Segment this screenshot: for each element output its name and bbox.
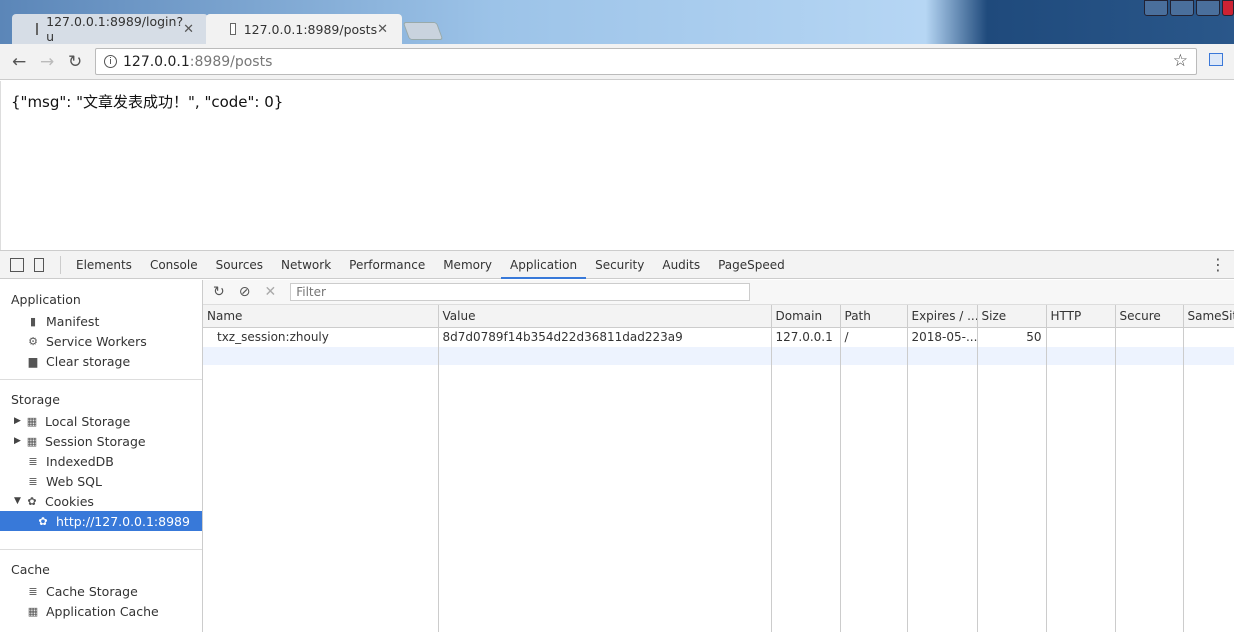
minimize-button[interactable] <box>1170 0 1194 16</box>
tab-elements[interactable]: Elements <box>67 251 141 279</box>
column-header-domain[interactable]: Domain <box>771 305 841 328</box>
new-tab-button[interactable] <box>402 22 444 40</box>
forward-icon[interactable]: → <box>40 52 54 72</box>
grid-icon: ▦ <box>27 604 39 618</box>
cookie-icon: ✿ <box>38 514 48 528</box>
device-toolbar-icon[interactable] <box>34 257 44 272</box>
cookie-icon: ✿ <box>27 494 37 508</box>
close-window-button[interactable] <box>1222 0 1234 16</box>
close-tab-icon[interactable]: ✕ <box>377 22 388 37</box>
more-options-icon[interactable]: ⋮ <box>1210 255 1226 274</box>
refresh-icon[interactable]: ↻ <box>213 284 225 300</box>
column-header-size[interactable]: Size <box>977 305 1047 328</box>
page-icon <box>230 23 236 35</box>
address-bar[interactable]: i 127.0.0.1:8989/posts ☆ <box>95 48 1197 75</box>
window-titlebar: 127.0.0.1:8989/login?u ✕ 127.0.0.1:8989/p… <box>0 0 1234 44</box>
column-header-secure[interactable]: Secure <box>1115 305 1184 328</box>
cookies-table: Name Value Domain Path Expires / ... Siz… <box>203 305 1234 365</box>
back-icon[interactable]: ← <box>12 52 26 72</box>
user-button[interactable] <box>1144 0 1168 16</box>
collapse-arrow-icon[interactable]: ▼ <box>14 496 26 506</box>
devtools-tabbar: Elements Console Sources Network Perform… <box>0 251 1234 279</box>
sidebar-item-cache-storage[interactable]: ≣ Cache Storage <box>0 581 202 601</box>
trash-icon: ▆ <box>28 354 38 368</box>
clear-all-icon[interactable]: ⊘ <box>239 284 251 300</box>
column-header-samesite[interactable]: SameSite <box>1183 305 1234 328</box>
database-icon: ≣ <box>28 474 38 488</box>
cookies-toolbar: ↻ ⊘ ✕ <box>203 280 1234 305</box>
tab-network[interactable]: Network <box>272 251 340 279</box>
close-tab-icon[interactable]: ✕ <box>183 22 194 37</box>
devtools-panel: Elements Console Sources Network Perform… <box>0 250 1234 632</box>
tab-application[interactable]: Application <box>501 251 587 279</box>
info-icon[interactable]: i <box>104 55 117 68</box>
tab-audits[interactable]: Audits <box>653 251 709 279</box>
column-dividers <box>203 365 1234 632</box>
empty-row[interactable] <box>203 347 1234 365</box>
table-row[interactable]: txz_session:zhouly 8d7d0789f14b354d22d36… <box>203 327 1234 347</box>
tab-pagespeed[interactable]: PageSpeed <box>709 251 794 279</box>
sidebar-item-manifest[interactable]: ▮ Manifest <box>0 311 202 331</box>
expand-arrow-icon[interactable]: ▶ <box>14 416 26 426</box>
column-header-http[interactable]: HTTP <box>1046 305 1116 328</box>
sidebar-item-application-cache[interactable]: ▦ Application Cache <box>0 601 202 621</box>
sidebar-item-local-storage[interactable]: ▶ ▦ Local Storage <box>0 411 202 431</box>
tab-console[interactable]: Console <box>141 251 207 279</box>
bookmark-star-icon[interactable]: ☆ <box>1173 51 1188 71</box>
sidebar-item-clear-storage[interactable]: ▆ Clear storage <box>0 351 202 371</box>
sidebar-item-web-sql[interactable]: ≣ Web SQL <box>0 471 202 491</box>
expand-arrow-icon[interactable]: ▶ <box>14 436 26 446</box>
grid-icon: ▦ <box>26 414 38 428</box>
json-response: {"msg": "文章发表成功！", "code": 0} <box>11 93 284 111</box>
reload-icon[interactable]: ↻ <box>68 52 82 72</box>
extension-icon[interactable] <box>1209 53 1223 66</box>
cookies-view: ↻ ⊘ ✕ Name Value Domain Path Expires / .… <box>203 280 1234 632</box>
browser-tab-login[interactable]: 127.0.0.1:8989/login?u ✕ <box>12 14 208 44</box>
sidebar-item-session-storage[interactable]: ▶ ▦ Session Storage <box>0 431 202 451</box>
page-icon <box>36 23 39 35</box>
sidebar-item-cookies[interactable]: ▼ ✿ Cookies <box>0 491 202 511</box>
gear-icon: ⚙ <box>28 334 38 348</box>
sidebar-item-indexeddb[interactable]: ≣ IndexedDB <box>0 451 202 471</box>
application-sidebar: Application ▮ Manifest ⚙ Service Workers ▆… <box>0 280 203 632</box>
filter-input[interactable] <box>290 283 751 301</box>
database-icon: ≣ <box>28 454 38 468</box>
inspect-element-icon[interactable] <box>10 257 24 272</box>
sidebar-item-service-workers[interactable]: ⚙ Service Workers <box>0 331 202 351</box>
file-icon: ▮ <box>29 314 37 328</box>
tab-memory[interactable]: Memory <box>434 251 501 279</box>
maximize-button[interactable] <box>1196 0 1220 16</box>
database-icon: ≣ <box>28 584 38 598</box>
column-header-expires[interactable]: Expires / ... <box>907 305 978 328</box>
tab-sources[interactable]: Sources <box>207 251 272 279</box>
page-content: {"msg": "文章发表成功！", "code": 0} <box>0 81 1234 250</box>
browser-tab-posts[interactable]: 127.0.0.1:8989/posts ✕ <box>206 14 402 44</box>
sidebar-item-cookie-origin[interactable]: ✿ http://127.0.0.1:8989 <box>0 511 202 531</box>
column-header-path[interactable]: Path <box>840 305 908 328</box>
column-header-name[interactable]: Name <box>203 305 439 328</box>
tab-security[interactable]: Security <box>586 251 653 279</box>
delete-selected-icon[interactable]: ✕ <box>264 284 276 300</box>
tab-performance[interactable]: Performance <box>340 251 434 279</box>
browser-toolbar: ← → ↻ i 127.0.0.1:8989/posts ☆ <box>0 44 1234 80</box>
column-header-value[interactable]: Value <box>438 305 772 328</box>
grid-icon: ▦ <box>26 434 38 448</box>
